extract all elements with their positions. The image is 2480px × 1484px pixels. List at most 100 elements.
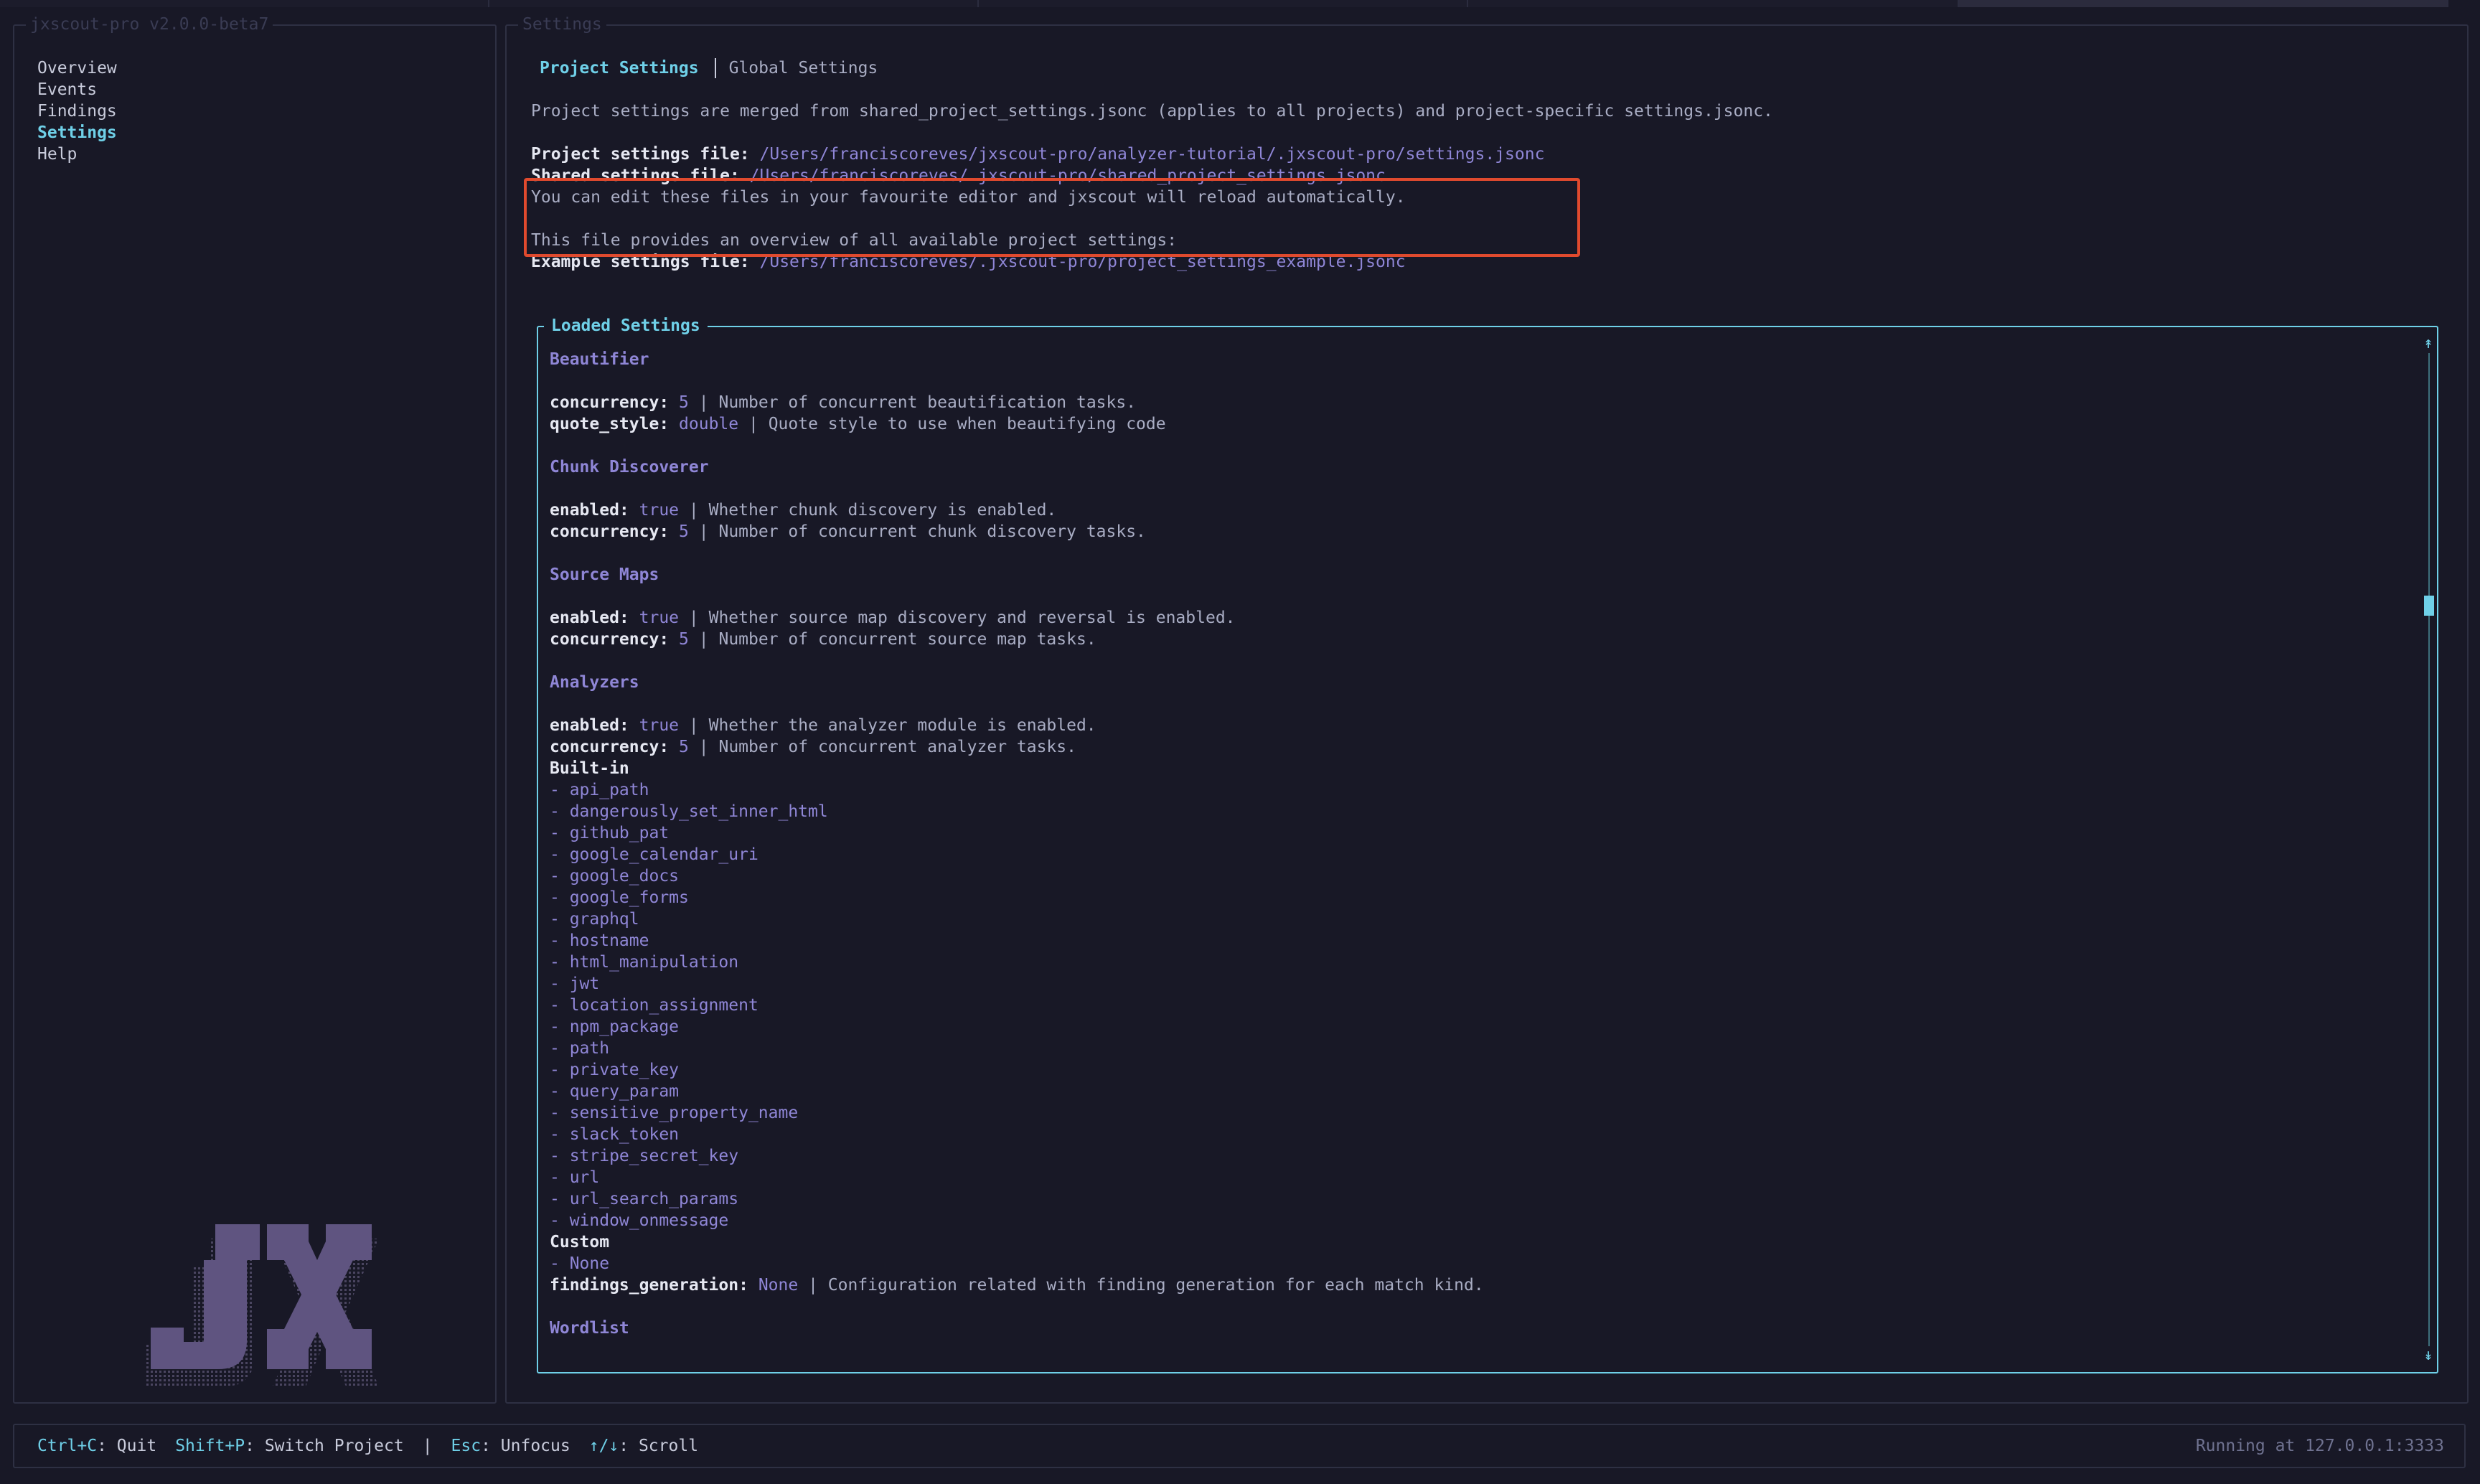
separator: | <box>698 738 709 756</box>
settings-panel: Settings Project Settings Global Setting… <box>505 14 2469 1404</box>
separator: | <box>748 415 758 433</box>
sidebar-nav: Overview Events Findings Settings Help <box>37 57 117 165</box>
setting-row: enabled: true | Whether chunk discovery … <box>550 499 2408 521</box>
list-item: - jwt <box>550 975 600 993</box>
panel-title-settings: Settings <box>518 14 606 35</box>
setting-key: findings_generation: <box>550 1276 748 1295</box>
setting-row: enabled: true | Whether the analyzer mod… <box>550 715 2408 736</box>
hint-label: : Quit <box>97 1437 157 1455</box>
setting-description: Whether chunk discovery is enabled. <box>708 501 1057 520</box>
separator: | <box>808 1276 818 1295</box>
hint-label: : Scroll <box>619 1437 699 1455</box>
settings-tabs: Project Settings Global Settings <box>540 57 2453 79</box>
setting-value: true <box>639 716 680 735</box>
sidebar-item-settings[interactable]: Settings <box>37 122 117 144</box>
list-item: - sensitive_property_name <box>550 1104 799 1122</box>
hint-label: : Unfocus <box>481 1437 570 1455</box>
list-item: - dangerously_set_inner_html <box>550 802 828 821</box>
setting-description: Number of concurrent beautification task… <box>718 393 1137 412</box>
list-item: - npm_package <box>550 1018 680 1036</box>
list-item: - google_docs <box>550 867 680 886</box>
list-item: - private_key <box>550 1061 680 1079</box>
separator: | <box>698 630 709 649</box>
setting-key: quote_style: <box>550 415 670 433</box>
list-item: - stripe_secret_key <box>550 1147 739 1165</box>
tab-global-settings[interactable]: Global Settings <box>729 57 878 79</box>
scroll-up-arrow-icon[interactable]: ↟ <box>2421 336 2436 352</box>
terminal-tab-active[interactable] <box>1959 0 2448 7</box>
setting-key: enabled: <box>550 716 629 735</box>
hint-key: Ctrl+C <box>37 1437 98 1455</box>
setting-row: findings_generation: None | Configuratio… <box>550 1274 2408 1296</box>
top-tab-strip <box>0 0 2480 10</box>
setting-key: concurrency: <box>550 630 670 649</box>
setting-description: Number of concurrent chunk discovery tas… <box>718 522 1146 541</box>
terminal-tab[interactable] <box>979 0 1468 7</box>
hint-key: Esc <box>451 1437 482 1455</box>
hint-quit[interactable]: Ctrl+C: Quit <box>37 1437 156 1455</box>
setting-description: Number of concurrent source map tasks. <box>718 630 1096 649</box>
section-beautifier: Beautifier <box>550 350 649 369</box>
settings-intro: Project settings are merged from shared_… <box>531 102 1773 121</box>
list-item: - query_param <box>550 1082 680 1101</box>
setting-row: concurrency: 5 | Number of concurrent be… <box>550 392 2408 413</box>
scrollbar-track[interactable] <box>2428 353 2430 1346</box>
setting-value: 5 <box>679 522 689 541</box>
list-item: - url_search_params <box>550 1190 739 1208</box>
project-settings-file-label: Project settings file: <box>531 145 750 164</box>
setting-key: enabled: <box>550 609 629 627</box>
setting-value: 5 <box>679 738 689 756</box>
setting-key: concurrency: <box>550 522 670 541</box>
separator: | <box>688 716 699 735</box>
tab-divider <box>714 58 716 78</box>
setting-value: None <box>758 1276 799 1295</box>
sidebar-item-events[interactable]: Events <box>37 79 117 100</box>
separator: | <box>698 522 709 541</box>
hint-label: : Switch Project <box>245 1437 404 1455</box>
list-item: - api_path <box>550 781 649 799</box>
terminal-tab[interactable] <box>489 0 979 7</box>
separator: | <box>688 609 699 627</box>
keybinding-footer: Ctrl+C: Quit Shift+P: Switch Project | E… <box>13 1424 2466 1468</box>
hint-unfocus[interactable]: Esc: Unfocus <box>451 1437 570 1455</box>
section-source-maps: Source Maps <box>550 565 659 584</box>
hint-key: ↑/↓ <box>588 1437 619 1455</box>
list-item: - html_manipulation <box>550 953 739 972</box>
setting-description: Whether the analyzer module is enabled. <box>708 716 1096 735</box>
app-window: jxscout-pro v2.0.0-beta7 Overview Events… <box>0 0 2480 1484</box>
tab-project-settings[interactable]: Project Settings <box>540 57 699 79</box>
sidebar-item-overview[interactable]: Overview <box>37 57 117 79</box>
setting-description: Number of concurrent analyzer tasks. <box>718 738 1076 756</box>
terminal-tab[interactable] <box>1468 0 1959 7</box>
custom-label: Custom <box>550 1233 610 1251</box>
scrollbar-thumb[interactable] <box>2424 596 2434 616</box>
hint-switch-project[interactable]: Shift+P: Switch Project <box>175 1437 404 1455</box>
separator: | <box>698 393 709 412</box>
project-settings-file-path[interactable]: /Users/franciscoreves/jxscout-pro/analyz… <box>760 145 1545 164</box>
setting-value: true <box>639 609 680 627</box>
sidebar-item-help[interactable]: Help <box>37 144 117 165</box>
hint-scroll[interactable]: ↑/↓: Scroll <box>589 1437 698 1455</box>
list-item: - google_calendar_uri <box>550 845 758 864</box>
sidebar-item-findings[interactable]: Findings <box>37 100 117 122</box>
setting-key: enabled: <box>550 501 629 520</box>
section-analyzers: Analyzers <box>550 673 639 692</box>
setting-value: 5 <box>679 630 689 649</box>
setting-description: Quote style to use when beautifying code <box>768 415 1166 433</box>
settings-content: Project Settings Global Settings Project… <box>524 57 2453 273</box>
terminal-tab[interactable] <box>0 0 489 7</box>
list-item: - github_pat <box>550 824 670 842</box>
sidebar-panel: jxscout-pro v2.0.0-beta7 Overview Events… <box>13 14 497 1404</box>
app-version-title: jxscout-pro v2.0.0-beta7 <box>26 14 273 35</box>
footer-separator: | <box>422 1437 433 1455</box>
loaded-settings-box[interactable]: Loaded Settings Beautifier concurrency: … <box>537 315 2438 1373</box>
scroll-down-arrow-icon[interactable]: ↡ <box>2421 1348 2436 1363</box>
section-wordlist: Wordlist <box>550 1319 629 1338</box>
setting-key: concurrency: <box>550 393 670 412</box>
list-item: - path <box>550 1039 610 1058</box>
server-status: Running at 127.0.0.1:3333 <box>2195 1437 2444 1455</box>
setting-key: concurrency: <box>550 738 670 756</box>
setting-row: enabled: true | Whether source map disco… <box>550 607 2408 629</box>
list-item: - url <box>550 1168 600 1187</box>
setting-value: 5 <box>679 393 689 412</box>
